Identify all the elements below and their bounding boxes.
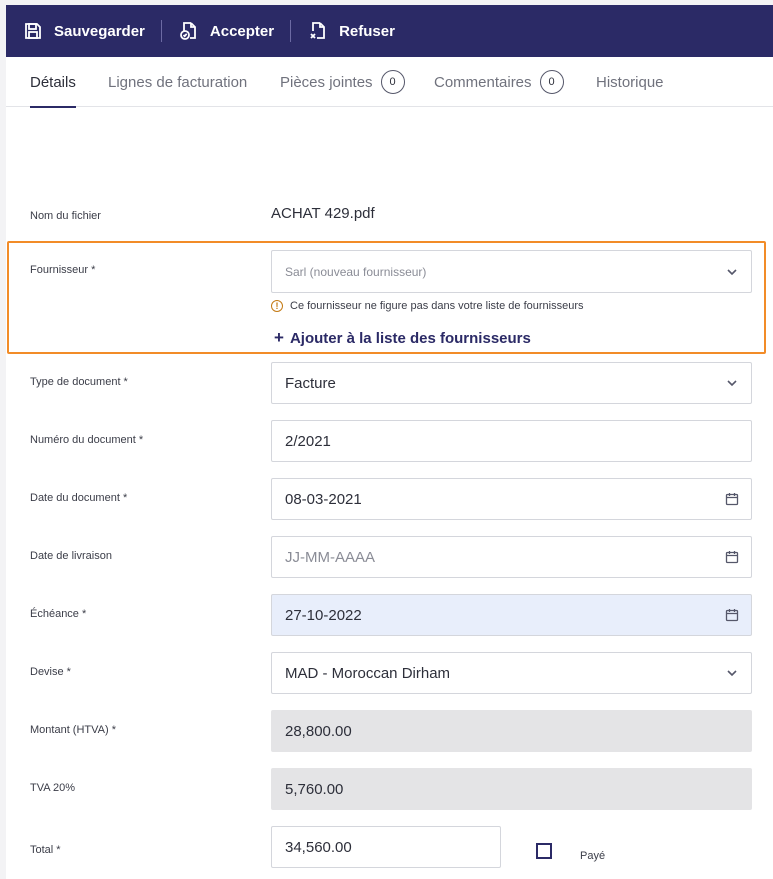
- plus-icon: +: [274, 328, 284, 347]
- document-refuse-icon: [307, 20, 329, 42]
- filename-value: ACHAT 429.pdf: [271, 205, 375, 222]
- warning-icon: !: [271, 300, 283, 312]
- tab-label: Commentaires: [434, 73, 532, 91]
- calendar-icon[interactable]: [725, 479, 739, 519]
- toolbar-divider: [290, 20, 292, 42]
- docnumber-input[interactable]: 2/2021: [271, 420, 752, 462]
- vat-label: TVA 20%: [30, 782, 76, 794]
- accept-button[interactable]: Accepter: [178, 5, 274, 57]
- refuse-label: Refuser: [339, 22, 395, 40]
- docdate-input[interactable]: 08-03-2021: [271, 478, 752, 520]
- due-label: Échéance *: [30, 608, 87, 620]
- chevron-down-icon: [725, 653, 739, 693]
- tab-label: Détails: [30, 73, 76, 91]
- docdate-label: Date du document *: [30, 492, 128, 504]
- count-badge: 0: [539, 70, 564, 94]
- save-button[interactable]: Sauvegarder: [22, 5, 145, 57]
- tab-label: Pièces jointes: [280, 73, 373, 91]
- tab-comments[interactable]: Commentaires 0: [434, 57, 564, 107]
- tab-history[interactable]: Historique: [596, 57, 664, 107]
- tab-details[interactable]: Détails: [30, 57, 76, 108]
- vat-input: 5,760.00: [271, 768, 752, 810]
- docnumber-label: Numéro du document *: [30, 434, 144, 446]
- currency-select[interactable]: MAD - Moroccan Dirham: [271, 652, 752, 694]
- delivery-placeholder: JJ-MM-AAAA: [285, 548, 375, 566]
- floppy-disk-icon: [22, 20, 44, 42]
- supplier-warning-text: Ce fournisseur ne figure pas dans votre …: [290, 300, 584, 312]
- tab-label: Lignes de facturation: [108, 73, 248, 91]
- tab-bar: Détails Lignes de facturation Pièces joi…: [6, 57, 773, 108]
- supplier-select-placeholder: Sarl (nouveau fournisseur): [285, 264, 427, 279]
- action-toolbar: Sauvegarder Accepter Refuser: [6, 5, 773, 57]
- chevron-down-icon: [725, 251, 739, 292]
- tab-attachments[interactable]: Pièces jointes 0: [280, 57, 405, 107]
- supplier-label: Fournisseur *: [30, 264, 96, 276]
- calendar-icon[interactable]: [725, 595, 739, 635]
- doctype-select[interactable]: Facture: [271, 362, 752, 404]
- document-accept-icon: [178, 20, 200, 42]
- amount-label: Montant (HTVA) *: [30, 724, 116, 736]
- total-value: 34,560.00: [285, 838, 352, 856]
- refuse-button[interactable]: Refuser: [307, 5, 395, 57]
- doctype-label: Type de document *: [30, 376, 128, 388]
- delivery-label: Date de livraison: [30, 550, 112, 562]
- docnumber-value: 2/2021: [285, 432, 331, 450]
- currency-label: Devise *: [30, 666, 71, 678]
- filename-label: Nom du fichier: [30, 210, 101, 222]
- amount-value: 28,800.00: [285, 722, 352, 740]
- calendar-icon[interactable]: [725, 537, 739, 577]
- toolbar-divider: [160, 20, 162, 42]
- due-date-input[interactable]: 27-10-2022: [271, 594, 752, 636]
- supplier-warning: ! Ce fournisseur ne figure pas dans votr…: [271, 300, 584, 312]
- accept-label: Accepter: [209, 22, 275, 40]
- docdate-value: 08-03-2021: [285, 490, 362, 508]
- count-badge: 0: [380, 70, 405, 94]
- due-value: 27-10-2022: [285, 606, 362, 624]
- total-label: Total *: [30, 844, 61, 856]
- amount-input: 28,800.00: [271, 710, 752, 752]
- paid-label: Payé: [580, 850, 606, 862]
- save-label: Sauvegarder: [54, 22, 145, 40]
- currency-value: MAD - Moroccan Dirham: [285, 664, 451, 682]
- tab-label: Historique: [596, 73, 664, 91]
- add-supplier-label: Ajouter à la liste des fournisseurs: [289, 329, 531, 347]
- vat-value: 5,760.00: [285, 780, 344, 798]
- total-input[interactable]: 34,560.00: [271, 826, 501, 868]
- doctype-value: Facture: [285, 374, 336, 392]
- tab-billing-lines[interactable]: Lignes de facturation: [108, 57, 247, 107]
- paid-checkbox[interactable]: [536, 843, 552, 859]
- supplier-select[interactable]: Sarl (nouveau fournisseur): [271, 250, 752, 293]
- invoice-detail-page: Sauvegarder Accepter Refuser Détails Lig…: [6, 5, 773, 879]
- add-supplier-link[interactable]: + Ajouter à la liste des fournisseurs: [274, 328, 531, 348]
- delivery-date-input[interactable]: JJ-MM-AAAA: [271, 536, 752, 578]
- chevron-down-icon: [725, 363, 739, 403]
